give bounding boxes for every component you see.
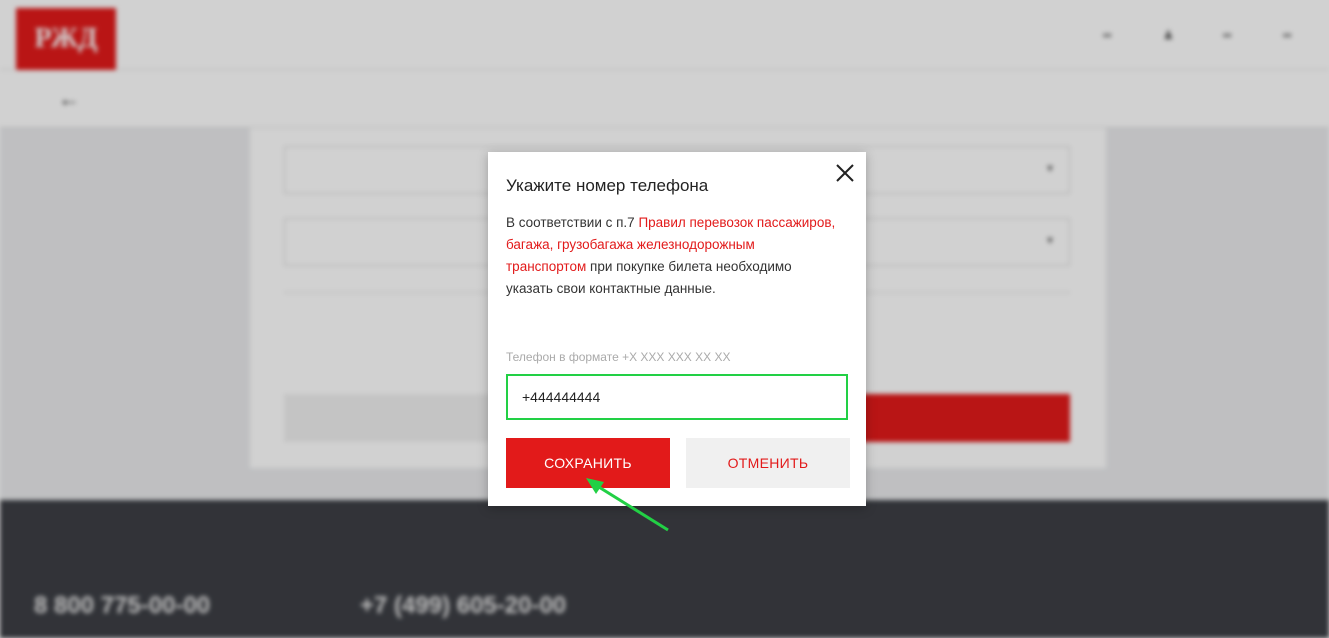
save-button[interactable]: СОХРАНИТЬ: [506, 438, 670, 488]
modal-description: В соответствии с п.7 Правил перевозок па…: [506, 212, 836, 300]
modal-title: Укажите номер телефона: [506, 176, 709, 195]
phone-hint: Телефон в формате +Х ХХХ ХХХ ХХ ХХ: [506, 350, 731, 364]
cancel-button[interactable]: ОТМЕНИТЬ: [686, 438, 850, 488]
phone-input[interactable]: [506, 374, 848, 420]
close-icon[interactable]: [832, 160, 858, 186]
phone-modal: Укажите номер телефона В соответствии с …: [488, 152, 866, 506]
modal-text-prefix: В соответствии с п.7: [506, 215, 639, 230]
